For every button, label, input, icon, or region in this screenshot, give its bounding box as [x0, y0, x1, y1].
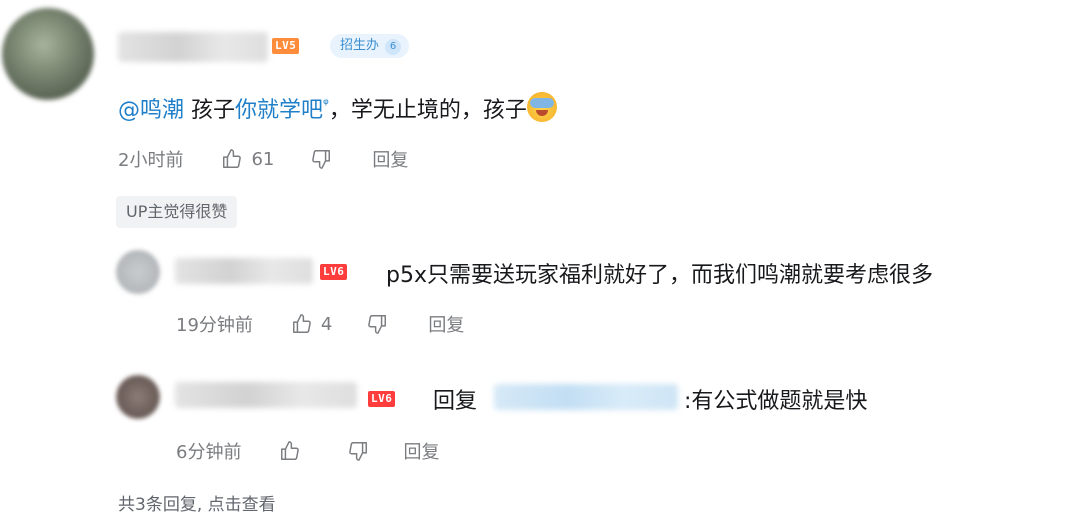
reply2-like-button[interactable] [279, 440, 301, 462]
thumbs-down-icon [349, 442, 368, 461]
comment-time: 2小时前 [118, 150, 184, 171]
reply2-meta: 6分钟前 回复 [176, 438, 439, 464]
reply2-avatar[interactable] [116, 375, 160, 419]
thumbs-up-icon [281, 441, 300, 460]
reply1-dislike-button[interactable] [366, 313, 388, 335]
fan-badge-label: 招生办 [340, 38, 380, 53]
reply2-reply-button[interactable]: 回复 [403, 438, 439, 464]
commenter-name-redacted[interactable] [118, 32, 268, 62]
thumbs-up-icon [223, 149, 242, 168]
reply1-content: p5x只需要送玩家福利就好了，而我们鸣潮就要考虑很多 [386, 263, 933, 288]
search-link[interactable]: 你就学吧 [235, 98, 323, 123]
reply1-like-button[interactable] [291, 313, 313, 335]
like-count: 61 [251, 148, 275, 170]
fan-badge-count: 6 [385, 39, 402, 55]
reply1-time: 19分钟前 [176, 315, 253, 336]
reply1-like-count: 4 [320, 313, 333, 335]
up-liked-tag: UP主觉得很赞 [116, 196, 238, 228]
reply2-dislike-button[interactable] [347, 440, 369, 462]
like-button[interactable] [221, 148, 243, 170]
reply-button[interactable]: 回复 [372, 146, 408, 172]
mention-link[interactable]: @鸣潮 [118, 98, 184, 123]
reply1-name-redacted[interactable] [175, 258, 313, 284]
fan-badge[interactable]: 招生办 6 [330, 34, 410, 58]
commenter-avatar[interactable] [2, 8, 94, 100]
reply1-meta: 19分钟前 4 回复 [176, 311, 464, 337]
thumbs-up-icon [292, 314, 311, 333]
comment-text-part2: ，学无止境的，孩子 [328, 98, 527, 123]
reply1-level-badge: LV6 [320, 264, 348, 280]
reply2-time: 6分钟前 [176, 442, 242, 463]
reply1-avatar[interactable] [116, 250, 160, 294]
thumbs-down-icon [368, 315, 387, 334]
thumbs-down-icon [312, 150, 331, 169]
view-more-replies[interactable]: 共3条回复, 点击查看 [118, 490, 276, 515]
comment-content: @鸣潮 孩子你就学吧ᵠ，学无止境的，孩子 [118, 92, 557, 124]
comment-meta: 2小时前 61 回复 [118, 146, 408, 172]
comment-text-part1: 孩子 [184, 98, 236, 123]
reply2-name-redacted[interactable] [175, 382, 357, 408]
reply2-level-badge: LV6 [368, 391, 396, 407]
reply2-content: :有公式做题就是快 [684, 389, 868, 414]
emoji-icon [526, 92, 557, 122]
dislike-button[interactable] [310, 148, 332, 170]
reply1-reply-button[interactable]: 回复 [428, 311, 464, 337]
reply2-mentioned-user-redacted[interactable] [494, 384, 678, 410]
reply2-reply-prefix: 回复 [433, 389, 478, 414]
level-badge: LV5 [272, 38, 300, 54]
